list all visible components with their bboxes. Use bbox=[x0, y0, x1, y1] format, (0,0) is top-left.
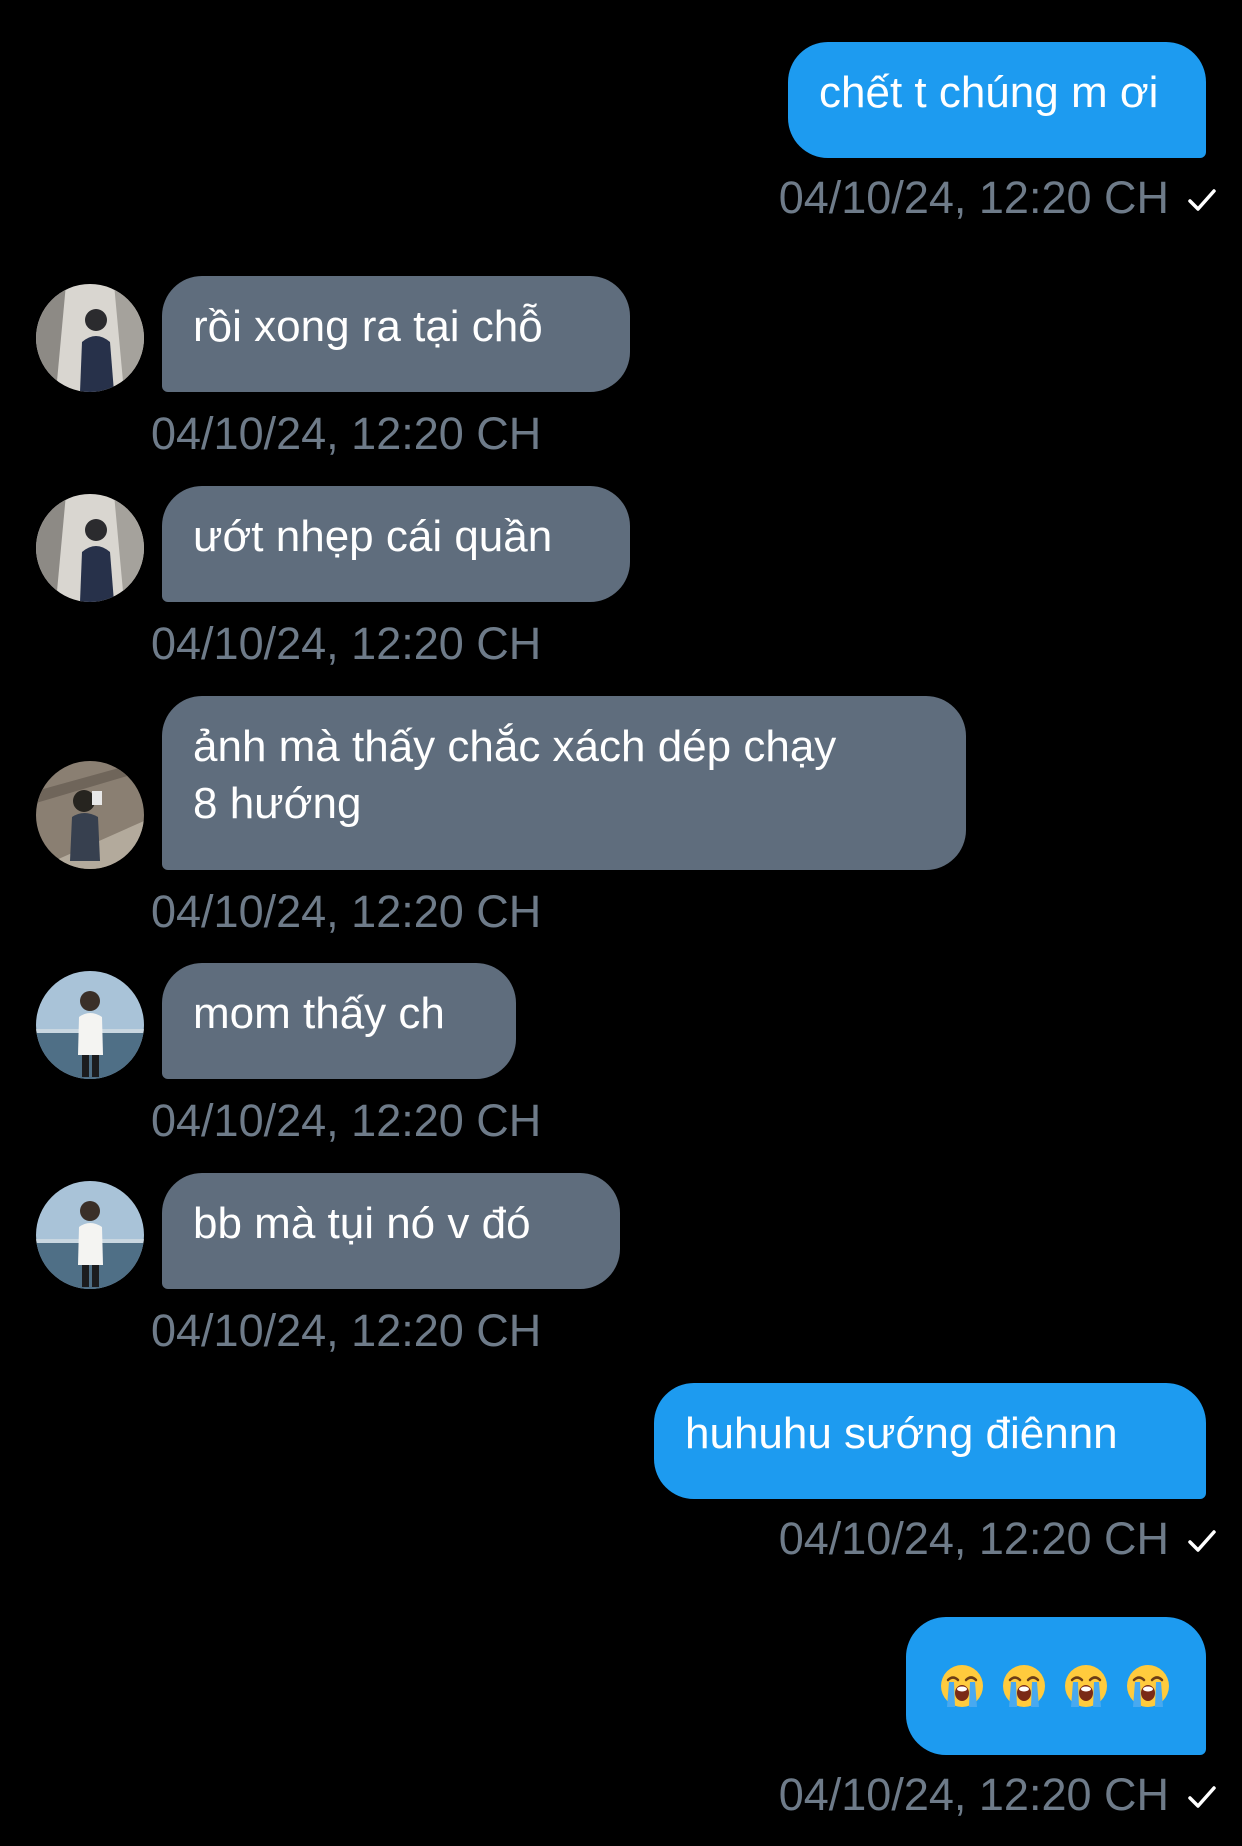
message-text: huhuhu sướng điênnn bbox=[685, 1409, 1118, 1458]
message-bubble-outgoing[interactable] bbox=[906, 1617, 1206, 1755]
message-timestamp: 04/10/24, 12:20 CH bbox=[778, 1513, 1169, 1564]
avatar[interactable] bbox=[36, 971, 144, 1079]
loudly-crying-face-emoji bbox=[941, 1664, 983, 1707]
message-bubble-outgoing[interactable]: chết t chúng m ơi bbox=[788, 42, 1206, 158]
message-text: mom thấy ch bbox=[193, 989, 445, 1038]
message-text: 8 hướng bbox=[193, 779, 362, 828]
avatar[interactable] bbox=[36, 761, 144, 869]
emoji-row bbox=[939, 1640, 1173, 1731]
message-text: bb mà tụi nó v đó bbox=[193, 1199, 531, 1248]
check-icon bbox=[1188, 1530, 1216, 1552]
message-bubble-outgoing[interactable]: huhuhu sướng điênnn bbox=[654, 1383, 1206, 1499]
message-timestamp: 04/10/24, 12:20 CH bbox=[151, 886, 542, 937]
message-bubble-incoming[interactable]: bb mà tụi nó v đó bbox=[162, 1173, 620, 1289]
message-timestamp: 04/10/24, 12:20 CH bbox=[151, 408, 542, 459]
message-timestamp: 04/10/24, 12:20 CH bbox=[151, 618, 542, 669]
message-timestamp: 04/10/24, 12:20 CH bbox=[151, 1305, 542, 1356]
loudly-crying-face-emoji bbox=[1003, 1664, 1045, 1707]
loudly-crying-face-emoji bbox=[1065, 1664, 1107, 1707]
check-icon bbox=[1188, 189, 1216, 211]
message-text: chết t chúng m ơi bbox=[819, 68, 1159, 117]
message-text: ảnh mà thấy chắc xách dép chạy bbox=[193, 722, 837, 771]
message-bubble-incoming[interactable]: ảnh mà thấy chắc xách dép chạy 8 hướng bbox=[162, 696, 966, 870]
avatar[interactable] bbox=[36, 494, 144, 602]
message-text: ướt nhẹp cái quần bbox=[193, 512, 553, 561]
loudly-crying-face-emoji bbox=[1127, 1664, 1169, 1707]
message-text: rồi xong ra tại chỗ bbox=[193, 302, 543, 351]
message-bubble-incoming[interactable]: ướt nhẹp cái quần bbox=[162, 486, 630, 602]
avatar[interactable] bbox=[36, 1181, 144, 1289]
message-timestamp: 04/10/24, 12:20 CH bbox=[151, 1095, 542, 1146]
message-timestamp: 04/10/24, 12:20 CH bbox=[778, 1769, 1169, 1820]
avatar[interactable] bbox=[36, 284, 144, 392]
check-icon bbox=[1188, 1786, 1216, 1808]
message-timestamp: 04/10/24, 12:20 CH bbox=[778, 172, 1169, 223]
message-bubble-incoming[interactable]: rồi xong ra tại chỗ bbox=[162, 276, 630, 392]
message-bubble-incoming[interactable]: mom thấy ch bbox=[162, 963, 516, 1079]
